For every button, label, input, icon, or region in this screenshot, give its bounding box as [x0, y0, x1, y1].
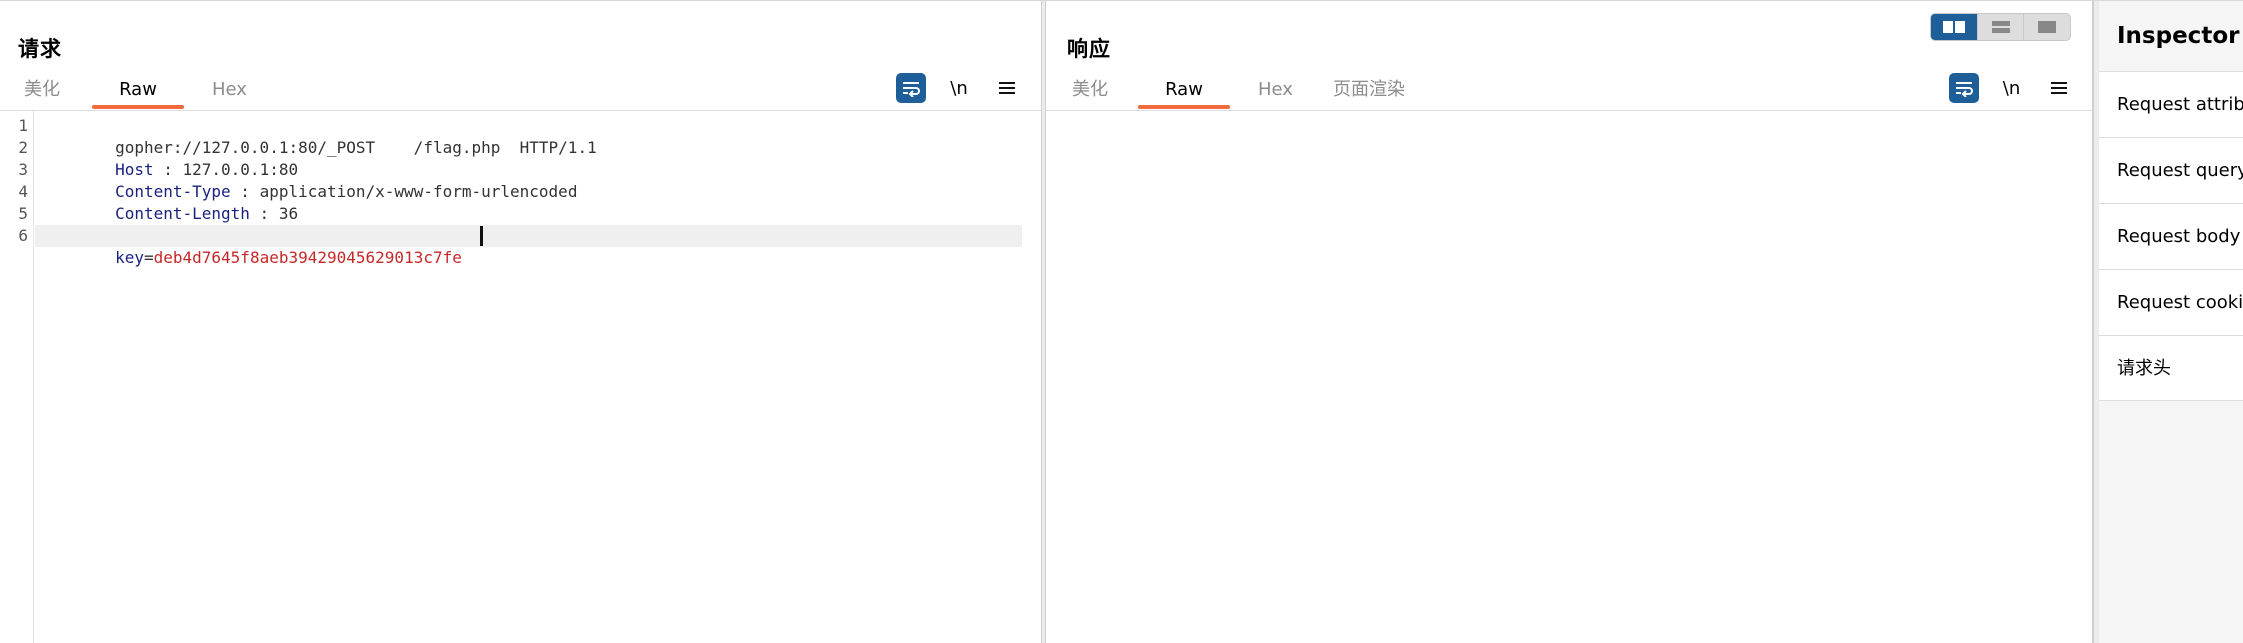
tab-raw[interactable]: Raw [92, 75, 184, 109]
tab-pretty[interactable]: 美化 [12, 75, 72, 109]
hamburger-menu-icon[interactable] [992, 73, 1022, 103]
response-panel-title: 响应 [1067, 37, 1111, 61]
burp-repeater-window: 请求 美化 Raw Hex \n 1 2 3 4 5 6 gopher://12… [0, 0, 2243, 643]
tab-hex[interactable]: Hex [200, 75, 259, 109]
body-param-value: deb4d7645f8aeb39429045629013c7fe [153, 248, 462, 267]
tab-render[interactable]: 页面渲染 [1321, 75, 1417, 109]
inspector-panel: Inspector Request attributes Request que… [2099, 1, 2243, 643]
line-number: 1 [18, 116, 28, 135]
code-line: Content-Type : application/x-www-form-ur… [38, 159, 577, 201]
code-line: gopher://127.0.0.1:80/_POST /flag.php HT… [38, 115, 597, 157]
response-editor[interactable] [1046, 111, 2092, 643]
line-number: 4 [18, 182, 28, 201]
stacked-layout-icon[interactable] [1976, 14, 2024, 40]
response-tabs: 美化 Raw Hex 页面渲染 [1046, 75, 1417, 111]
text-wrap-icon[interactable] [1949, 73, 1979, 103]
request-panel-title: 请求 [18, 37, 62, 61]
single-pane-layout-icon[interactable] [2023, 14, 2070, 40]
header-separator: : [249, 204, 279, 223]
inspector-request-attributes[interactable]: Request attributes [2099, 71, 2243, 137]
line-number: 6 [18, 226, 28, 245]
tab-hex[interactable]: Hex [1246, 75, 1305, 109]
header-value: application/x-www-form-urlencoded [259, 182, 578, 201]
line-number: 3 [18, 160, 28, 179]
layout-toggle [1930, 13, 2071, 41]
inspector-request-body-params[interactable]: Request body parameters [2099, 203, 2243, 269]
tab-pretty[interactable]: 美化 [1060, 75, 1120, 109]
text-caret [480, 226, 483, 246]
request-editor-tools: \n [896, 73, 1022, 103]
request-editor[interactable]: 1 2 3 4 5 6 gopher://127.0.0.1:80/_POST … [0, 111, 1041, 643]
tab-raw[interactable]: Raw [1138, 75, 1230, 109]
newline-toggle[interactable]: \n [944, 73, 974, 103]
header-value: 36 [278, 204, 299, 223]
code-line: Content-Length : 36 [38, 181, 298, 223]
newline-toggle[interactable]: \n [1997, 73, 2027, 103]
side-by-side-layout-icon[interactable] [1931, 14, 1977, 40]
text-wrap-icon[interactable] [896, 73, 926, 103]
header-name: Content-Length [115, 204, 250, 223]
inspector-request-query-params[interactable]: Request query parameters [2099, 137, 2243, 203]
request-panel: 请求 美化 Raw Hex \n 1 2 3 4 5 6 gopher://12… [0, 1, 1042, 643]
body-param-separator: = [143, 248, 154, 267]
code-line: Host : 127.0.0.1:80 [38, 137, 298, 179]
response-editor-tools: \n [1949, 73, 2074, 103]
code-line: key=deb4d7645f8aeb39429045629013c7fe [38, 225, 462, 267]
line-number-gutter: 1 2 3 4 5 6 [0, 111, 34, 643]
hamburger-menu-icon[interactable] [2044, 73, 2074, 103]
line-number: 5 [18, 204, 28, 223]
inspector-sections: Request attributes Request query paramet… [2099, 71, 2243, 401]
response-panel: 响应 美化 Raw Hex 页面渲染 \n [1045, 1, 2093, 643]
inspector-title: Inspector [2117, 23, 2240, 49]
line-number: 2 [18, 138, 28, 157]
request-tabs: 美化 Raw Hex [0, 75, 259, 111]
body-param-name: key [115, 248, 144, 267]
inspector-request-headers[interactable]: 请求头 [2099, 335, 2243, 401]
inspector-request-cookies[interactable]: Request cookies [2099, 269, 2243, 335]
